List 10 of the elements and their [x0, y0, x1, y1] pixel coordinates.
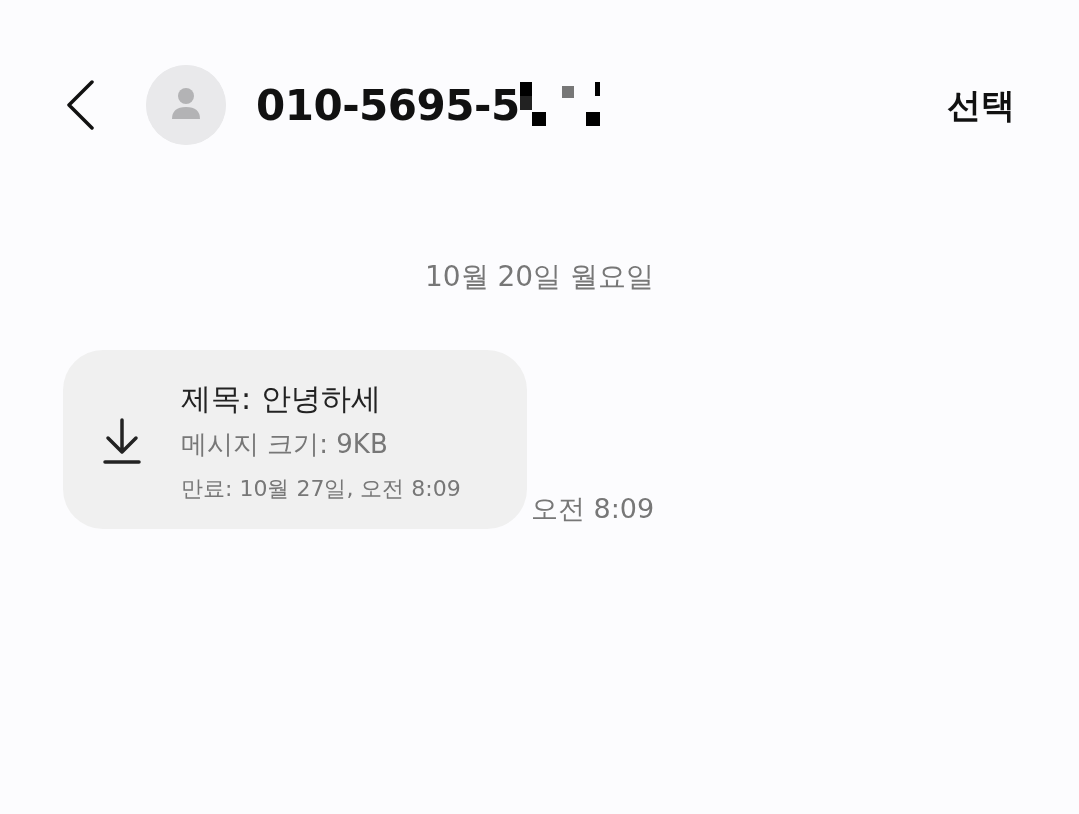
date-divider: 10월 20일 월요일 [423, 259, 656, 295]
expiry-text: 만료: 10월 27일, 오전 8:09 [181, 475, 461, 503]
select-button[interactable]: 선택 [947, 79, 1015, 131]
message-size: 메시지 크기: 9KB [181, 428, 389, 461]
back-icon[interactable] [66, 80, 94, 130]
contact-name: 010-5695-5 [256, 79, 520, 132]
message-time: 오전 8:09 [531, 491, 655, 526]
message-subject: 제목: 안녕하세 [181, 380, 382, 418]
message-bubble[interactable]: 제목: 안녕하세 메시지 크기: 9KB 만료: 10월 27일, 오전 8:09 [63, 350, 527, 529]
download-icon[interactable] [103, 417, 141, 464]
